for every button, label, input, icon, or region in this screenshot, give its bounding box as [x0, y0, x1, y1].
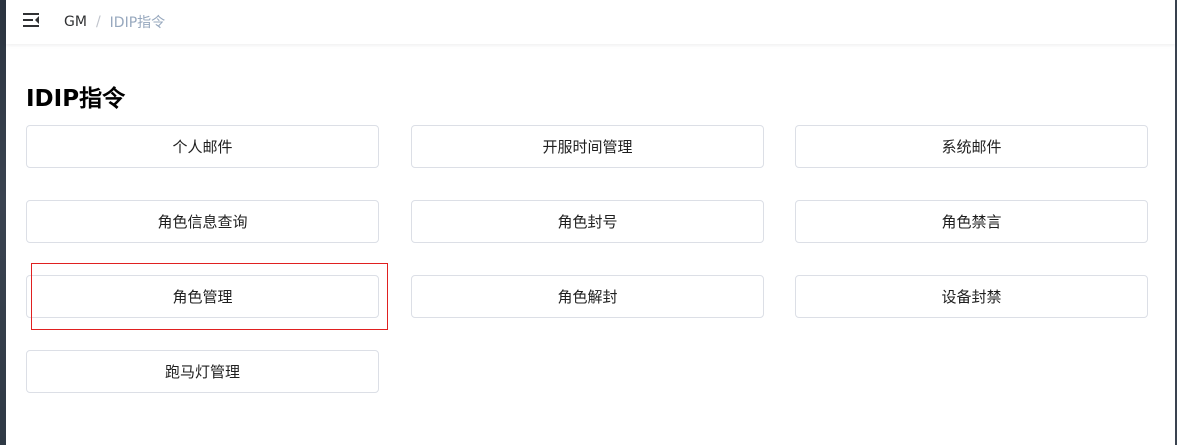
sidebar-edge [0, 0, 6, 445]
role-management-button[interactable]: 角色管理 [26, 275, 379, 318]
personal-mail-button[interactable]: 个人邮件 [26, 125, 379, 168]
system-mail-button[interactable]: 系统邮件 [795, 125, 1148, 168]
marquee-management-button[interactable]: 跑马灯管理 [26, 350, 379, 393]
breadcrumb-item-gm[interactable]: GM [64, 14, 87, 30]
role-ban-button[interactable]: 角色封号 [411, 200, 764, 243]
role-unban-button[interactable]: 角色解封 [411, 275, 764, 318]
breadcrumb-item-current: IDIP指令 [109, 15, 166, 31]
page-title: IDIP指令 [26, 86, 126, 112]
device-ban-button[interactable]: 设备封禁 [795, 275, 1148, 318]
server-open-time-button[interactable]: 开服时间管理 [411, 125, 764, 168]
breadcrumb: GM / IDIP指令 [64, 12, 165, 32]
role-mute-button[interactable]: 角色禁言 [795, 200, 1148, 243]
role-info-query-button[interactable]: 角色信息查询 [26, 200, 379, 243]
top-navbar: GM / IDIP指令 [6, 0, 1175, 44]
hamburger-fold-icon[interactable] [22, 11, 42, 29]
breadcrumb-separator: / [95, 14, 101, 30]
